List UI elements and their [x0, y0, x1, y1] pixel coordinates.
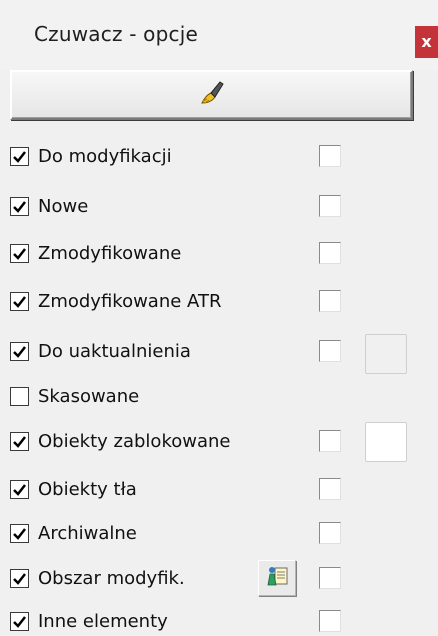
zmodyfikowane-secondary-checkbox[interactable] — [319, 242, 341, 264]
title-bar: Czuwacz - opcje x — [0, 0, 438, 70]
option-row-do-uaktualnienia: Do uaktualnienia — [0, 334, 438, 374]
zmodyfikowane-checkbox[interactable] — [10, 244, 29, 263]
inne-elementy-secondary-checkbox[interactable] — [319, 610, 341, 632]
obiekty-tla-checkbox[interactable] — [10, 480, 29, 499]
option-row-inne-elementy: Inne elementy — [0, 610, 438, 636]
do-uaktualnienia-color-swatch[interactable] — [365, 334, 407, 374]
obszar-modyfik-label: Obszar modyfik. — [38, 568, 185, 589]
option-row-do-modyfikacji: Do modyfikacji — [0, 145, 438, 171]
obszar-modyfik-button[interactable] — [258, 560, 296, 596]
option-row-obiekty-tla: Obiekty tła — [0, 478, 438, 504]
skasowane-checkbox[interactable] — [10, 387, 29, 406]
zmodyfikowane-atr-label: Zmodyfikowane ATR — [38, 291, 222, 312]
do-modyfikacji-secondary-checkbox[interactable] — [319, 145, 341, 167]
do-uaktualnienia-checkbox[interactable] — [10, 342, 29, 361]
do-modyfikacji-checkbox[interactable] — [10, 147, 29, 166]
option-row-skasowane: Skasowane — [0, 385, 438, 411]
nowe-checkbox[interactable] — [10, 197, 29, 216]
person-document-icon — [264, 563, 290, 593]
obszar-modyfik-secondary-checkbox[interactable] — [319, 567, 341, 589]
zmodyfikowane-label: Zmodyfikowane — [38, 243, 182, 264]
obiekty-zablokowane-color-swatch[interactable] — [365, 422, 407, 462]
obiekty-zablokowane-label: Obiekty zablokowane — [38, 431, 231, 452]
nowe-secondary-checkbox[interactable] — [319, 195, 341, 217]
obiekty-tla-label: Obiekty tła — [38, 479, 137, 500]
obszar-modyfik-checkbox[interactable] — [10, 569, 29, 588]
do-uaktualnienia-secondary-checkbox[interactable] — [319, 340, 341, 362]
option-row-nowe: Nowe — [0, 195, 438, 221]
do-uaktualnienia-label: Do uaktualnienia — [38, 341, 191, 362]
archiwalne-label: Archiwalne — [38, 523, 137, 544]
obiekty-tla-secondary-checkbox[interactable] — [319, 478, 341, 500]
option-row-obiekty-zablokowane: Obiekty zablokowane — [0, 422, 438, 462]
inne-elementy-label: Inne elementy — [38, 611, 168, 632]
zmodyfikowane-atr-checkbox[interactable] — [10, 292, 29, 311]
paintbrush-icon — [197, 78, 227, 112]
paintbrush-button[interactable] — [10, 70, 413, 120]
archiwalne-checkbox[interactable] — [10, 524, 29, 543]
window-title: Czuwacz - opcje — [34, 22, 198, 46]
obiekty-zablokowane-secondary-checkbox[interactable] — [319, 430, 341, 452]
option-row-zmodyfikowane-atr: Zmodyfikowane ATR — [0, 290, 438, 316]
skasowane-label: Skasowane — [38, 386, 140, 407]
option-row-archiwalne: Archiwalne — [0, 522, 438, 548]
obiekty-zablokowane-checkbox[interactable] — [10, 432, 29, 451]
inne-elementy-checkbox[interactable] — [10, 612, 29, 631]
archiwalne-secondary-checkbox[interactable] — [319, 522, 341, 544]
do-modyfikacji-label: Do modyfikacji — [38, 146, 172, 167]
zmodyfikowane-atr-secondary-checkbox[interactable] — [319, 290, 341, 312]
option-row-obszar-modyfik: Obszar modyfik. — [0, 560, 438, 596]
option-row-zmodyfikowane: Zmodyfikowane — [0, 242, 438, 268]
nowe-label: Nowe — [38, 196, 89, 217]
close-button[interactable]: x — [415, 26, 438, 58]
